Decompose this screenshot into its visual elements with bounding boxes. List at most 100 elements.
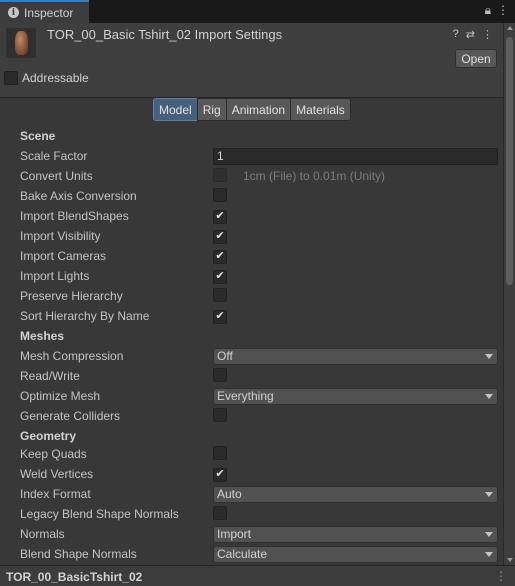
scale-factor-input[interactable]: 1 [213, 148, 498, 165]
section-heading: Meshes [20, 329, 65, 343]
sort-hierarchy-row: Sort Hierarchy By Name ✔ [0, 306, 503, 326]
optimize-mesh-dropdown[interactable]: Everything [213, 388, 498, 405]
index-format-label: Index Format [20, 487, 91, 501]
sort-hierarchy-label: Sort Hierarchy By Name [20, 309, 150, 323]
read-write-row: Read/Write [0, 366, 503, 386]
index-format-row: Index Format Auto [0, 484, 503, 504]
blend-shape-normals-value: Calculate [217, 547, 268, 561]
settings-list: Scene Scale Factor 1 Convert Units 1cm (… [0, 126, 503, 564]
blend-shape-normals-row: Blend Shape Normals Calculate [0, 544, 503, 564]
bake-axis-checkbox[interactable] [213, 188, 227, 202]
vertical-scrollbar[interactable] [503, 23, 515, 565]
import-blendshapes-row: Import BlendShapes ✔ [0, 206, 503, 226]
kebab-menu-icon[interactable]: ⋮ [495, 569, 507, 583]
import-visibility-label: Import Visibility [20, 229, 101, 243]
optimize-mesh-row: Optimize Mesh Everything [0, 386, 503, 406]
chevron-down-icon [485, 492, 493, 497]
import-cameras-row: Import Cameras ✔ [0, 246, 503, 266]
tab-materials[interactable]: Materials [290, 98, 351, 121]
legacy-blend-label: Legacy Blend Shape Normals [20, 507, 179, 521]
sort-hierarchy-checkbox[interactable]: ✔ [213, 309, 227, 324]
section-scene: Scene [0, 126, 503, 146]
generate-colliders-label: Generate Colliders [20, 409, 121, 423]
mesh-compression-dropdown[interactable]: Off [213, 348, 498, 365]
lock-icon[interactable]: 🔒︎ [485, 3, 491, 18]
import-visibility-row: Import Visibility ✔ [0, 226, 503, 246]
chevron-down-icon [485, 354, 493, 359]
convert-units-checkbox[interactable] [213, 168, 227, 182]
weld-vertices-checkbox[interactable]: ✔ [213, 467, 227, 482]
section-geometry: Geometry [0, 426, 503, 444]
info-icon: i [8, 7, 19, 18]
addressable-label: Addressable [22, 71, 89, 85]
inspector-tab[interactable]: i Inspector [0, 0, 89, 23]
tab-rig[interactable]: Rig [196, 98, 227, 121]
asset-footer: TOR_00_BasicTshirt_02 ⋮ [0, 565, 515, 586]
generate-colliders-checkbox[interactable] [213, 408, 227, 422]
generate-colliders-row: Generate Colliders [0, 406, 503, 426]
scroll-up-icon[interactable] [507, 26, 513, 30]
optimize-mesh-value: Everything [217, 389, 274, 403]
window-tab-bar: i Inspector 🔒︎ ⋮ [0, 0, 515, 23]
normals-row: Normals Import [0, 524, 503, 544]
keep-quads-checkbox[interactable] [213, 446, 227, 460]
index-format-dropdown[interactable]: Auto [213, 486, 498, 503]
mesh-compression-row: Mesh Compression Off [0, 346, 503, 366]
section-meshes: Meshes [0, 326, 503, 346]
chevron-down-icon [485, 394, 493, 399]
convert-units-hint: 1cm (File) to 0.01m (Unity) [243, 169, 386, 183]
header-icons: ? ⇄ ⋮ [453, 28, 493, 41]
normals-dropdown[interactable]: Import [213, 526, 498, 543]
normals-value: Import [217, 527, 252, 541]
bake-axis-label: Bake Axis Conversion [20, 189, 137, 203]
import-cameras-checkbox[interactable]: ✔ [213, 249, 227, 264]
preset-icon[interactable]: ⇄ [466, 28, 475, 41]
scroll-down-icon[interactable] [507, 558, 513, 562]
optimize-mesh-label: Optimize Mesh [20, 389, 101, 403]
chevron-down-icon [485, 552, 493, 557]
mesh-compression-label: Mesh Compression [20, 349, 124, 363]
weld-vertices-label: Weld Vertices [20, 467, 94, 481]
tab-animation[interactable]: Animation [225, 98, 292, 121]
convert-units-row: Convert Units 1cm (File) to 0.01m (Unity… [0, 166, 503, 186]
mesh-compression-value: Off [217, 349, 233, 363]
tab-model[interactable]: Model [153, 98, 198, 121]
chevron-down-icon [485, 532, 493, 537]
import-blendshapes-checkbox[interactable]: ✔ [213, 209, 227, 224]
inspector-tab-label: Inspector [24, 5, 74, 20]
kebab-menu-icon[interactable]: ⋮ [497, 3, 509, 18]
weld-vertices-row: Weld Vertices ✔ [0, 464, 503, 484]
help-icon[interactable]: ? [453, 28, 459, 41]
legacy-blend-row: Legacy Blend Shape Normals [0, 504, 503, 524]
addressable-checkbox[interactable] [4, 71, 18, 85]
read-write-label: Read/Write [20, 369, 80, 383]
kebab-menu-icon[interactable]: ⋮ [482, 28, 493, 41]
asset-title: TOR_00_Basic Tshirt_02 Import Settings [47, 27, 283, 42]
import-tabs: Model Rig Animation Materials [153, 98, 351, 121]
import-lights-row: Import Lights ✔ [0, 266, 503, 286]
normals-label: Normals [20, 527, 65, 541]
blend-shape-normals-dropdown[interactable]: Calculate [213, 546, 498, 563]
import-settings-header: TOR_00_Basic Tshirt_02 Import Settings ?… [0, 23, 503, 98]
addressable-toggle[interactable]: Addressable [4, 71, 89, 85]
section-heading: Geometry [20, 429, 77, 443]
scale-factor-row: Scale Factor 1 [0, 146, 503, 166]
tab-bar-icons: 🔒︎ ⋮ [485, 3, 509, 18]
open-button[interactable]: Open [455, 49, 497, 68]
preserve-hierarchy-label: Preserve Hierarchy [20, 289, 123, 303]
import-lights-checkbox[interactable]: ✔ [213, 269, 227, 284]
import-lights-label: Import Lights [20, 269, 90, 283]
import-visibility-checkbox[interactable]: ✔ [213, 229, 227, 244]
scale-factor-label: Scale Factor [20, 149, 88, 163]
import-blendshapes-label: Import BlendShapes [20, 209, 129, 223]
keep-quads-row: Keep Quads [0, 444, 503, 464]
convert-units-label: Convert Units [20, 169, 93, 183]
preserve-hierarchy-row: Preserve Hierarchy [0, 286, 503, 306]
legacy-blend-checkbox[interactable] [213, 506, 227, 520]
blend-shape-normals-label: Blend Shape Normals [20, 547, 137, 561]
read-write-checkbox[interactable] [213, 368, 227, 382]
preserve-hierarchy-checkbox[interactable] [213, 288, 227, 302]
import-cameras-label: Import Cameras [20, 249, 107, 263]
asset-thumbnail [6, 28, 36, 58]
scroll-thumb[interactable] [506, 37, 513, 285]
